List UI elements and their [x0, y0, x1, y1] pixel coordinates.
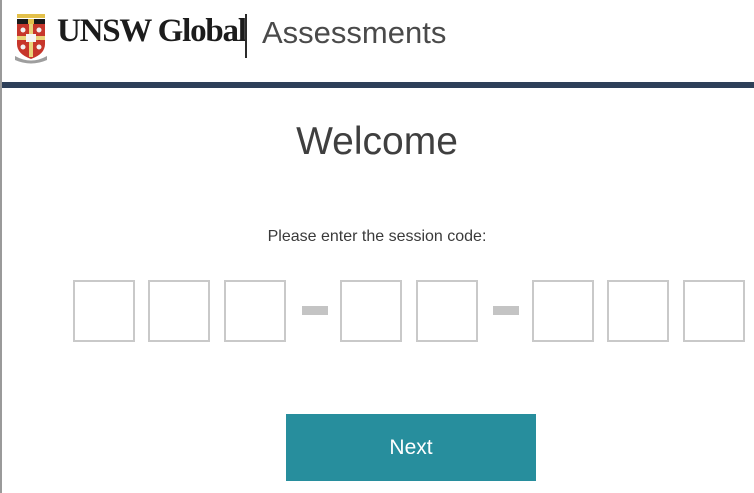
next-button[interactable]: Next	[286, 414, 536, 481]
session-code-box-2[interactable]	[148, 280, 210, 342]
session-code-box-7[interactable]	[607, 280, 669, 342]
app-title: Assessments	[262, 15, 447, 50]
university-crest-icon	[15, 14, 47, 64]
code-separator-dash	[493, 306, 519, 315]
session-code-box-3[interactable]	[224, 280, 286, 342]
brand-divider	[245, 14, 247, 58]
welcome-heading: Welcome	[296, 120, 458, 163]
brand-name: UNSW Global	[57, 13, 247, 49]
session-code-box-4[interactable]	[340, 280, 402, 342]
header: UNSW Global Assessments	[2, 0, 754, 82]
code-separator-dash	[302, 306, 328, 315]
session-code-box-1[interactable]	[73, 280, 135, 342]
session-code-prompt: Please enter the session code:	[267, 228, 487, 245]
session-code-box-8[interactable]	[683, 280, 745, 342]
session-code-box-5[interactable]	[416, 280, 478, 342]
session-code-box-6[interactable]	[532, 280, 594, 342]
header-rule	[2, 82, 754, 88]
